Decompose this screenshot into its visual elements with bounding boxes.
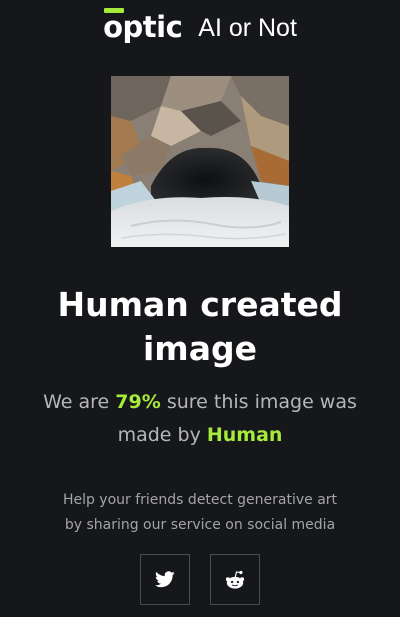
reddit-share-button[interactable] <box>210 554 260 605</box>
twitter-icon <box>155 571 175 588</box>
headline-line-1: Human created <box>57 285 343 324</box>
page: optic AI or Not Human created image We a… <box>0 0 400 617</box>
header: optic AI or Not <box>0 8 400 44</box>
confidence-made-by: made by <box>117 424 201 446</box>
optic-logo[interactable]: optic <box>103 8 183 44</box>
uploaded-image <box>111 76 289 247</box>
confidence-statement: We are 79% sure this image was made by H… <box>0 386 400 452</box>
share-prompt-line-2: by sharing our service on social media <box>64 517 336 533</box>
confidence-prefix: We are <box>43 391 110 413</box>
logo-text: optic <box>103 10 183 44</box>
confidence-line-2: made by Human <box>0 419 400 452</box>
logo-accent-bar <box>104 8 125 13</box>
headline-line-2: image <box>143 329 257 368</box>
confidence-label: Human <box>206 424 283 446</box>
confidence-percent: 79% <box>115 391 161 413</box>
share-buttons <box>140 554 260 606</box>
share-prompt: Help your friends detect generative art … <box>0 488 400 538</box>
share-prompt-line-1: Help your friends detect generative art <box>62 492 338 508</box>
confidence-middle: sure this image was <box>166 391 357 413</box>
reddit-icon <box>225 570 245 589</box>
twitter-share-button[interactable] <box>140 554 190 605</box>
product-name: AI or Not <box>198 14 297 42</box>
confidence-line-1: We are 79% sure this image was <box>0 386 400 419</box>
result-headline: Human created image <box>0 283 400 371</box>
